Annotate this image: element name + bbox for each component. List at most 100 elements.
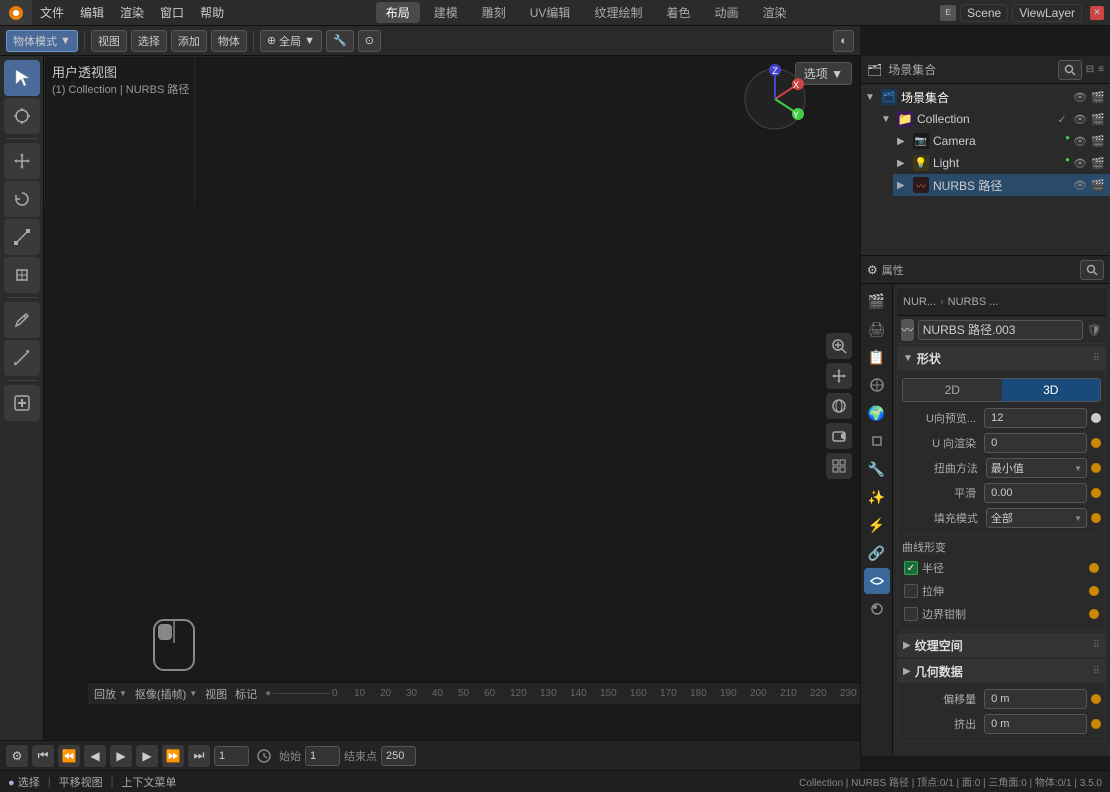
tab-layout[interactable]: 布局 (376, 2, 420, 23)
select-tool-btn[interactable] (4, 60, 40, 96)
outliner-item-light[interactable]: ▶ 💡 Light ● 👁 🎬 (893, 152, 1110, 174)
shape-section-grip[interactable]: ⠿ (1093, 353, 1100, 364)
menu-window[interactable]: 窗口 (152, 0, 192, 25)
particles-props-btn[interactable]: ✨ (864, 484, 890, 510)
pan-btn[interactable] (826, 363, 852, 389)
viewlayer-selector[interactable]: ViewLayer (1012, 4, 1082, 22)
orbit-btn[interactable] (826, 393, 852, 419)
mode-selector[interactable]: 物体模式 ▼ (6, 30, 78, 52)
tab-texture-paint[interactable]: 纹理绘制 (584, 2, 652, 23)
cursor-tool-btn[interactable] (4, 98, 40, 134)
move-tool-btn[interactable] (4, 143, 40, 179)
geometry-section-header[interactable]: ▶ 几何数据 ⠿ (897, 659, 1106, 683)
physics-props-btn[interactable]: ⚡ (864, 512, 890, 538)
step-fwd-btn[interactable]: ⏩ (162, 745, 184, 767)
scene-props-btn[interactable] (864, 372, 890, 398)
extrude-value[interactable]: 0 m (984, 714, 1087, 734)
collection-vis-icon[interactable]: 👁 (1072, 111, 1088, 127)
tab-uv[interactable]: UV编辑 (520, 2, 581, 23)
outliner-search-btn[interactable] (1058, 60, 1082, 80)
render-vis-icon[interactable]: 🎬 (1090, 89, 1106, 105)
transform-tool-btn[interactable] (4, 257, 40, 293)
constraints-props-btn[interactable]: 🔗 (864, 540, 890, 566)
nurbs-vis-icon[interactable]: 👁 (1072, 177, 1088, 193)
viewport[interactable]: 用户透视图 (1) Collection | NURBS 路径 选项 ▼ X Y (44, 56, 860, 756)
clamp-checkbox[interactable] (904, 607, 918, 621)
tab-shading[interactable]: 着色 (656, 2, 700, 23)
camera-render-icon[interactable]: 🎬 (1090, 133, 1106, 149)
zoom-in-btn[interactable] (826, 333, 852, 359)
viewport-shading-btns[interactable]: ◐ (833, 30, 854, 52)
collection-check-icon[interactable]: ✓ (1054, 111, 1070, 127)
add-menu[interactable]: 添加 (171, 30, 207, 52)
2d-btn[interactable]: 2D (903, 379, 1002, 401)
fill-select[interactable]: 全部 ▼ (986, 508, 1087, 528)
output-props-btn[interactable]: 🖨 (864, 316, 890, 342)
offset-value[interactable]: 0 m (984, 689, 1087, 709)
collection-render-icon[interactable]: 🎬 (1090, 111, 1106, 127)
menu-file[interactable]: 文件 (32, 0, 72, 25)
prev-frame-btn[interactable]: ◀ (84, 745, 106, 767)
visibility-icon[interactable]: 👁 (1072, 89, 1088, 105)
blender-logo[interactable] (0, 0, 32, 25)
axis-indicator[interactable]: X Y Z (740, 64, 810, 134)
marker-btn[interactable]: 标记 (235, 686, 257, 702)
keying-btn[interactable]: 抠像(插帧) ▼ (135, 686, 197, 702)
next-frame-btn[interactable]: ▶ (136, 745, 158, 767)
modifier-props-btn[interactable]: 🔧 (864, 456, 890, 482)
camera-view-btn[interactable] (826, 423, 852, 449)
data-props-btn[interactable] (864, 568, 890, 594)
smooth-value[interactable]: 0.00 (984, 483, 1087, 503)
outliner-item-collection[interactable]: ▼ 📁 Collection ✓ 👁 🎬 (877, 108, 1110, 130)
render-props-btn[interactable]: 🎬 (864, 288, 890, 314)
twist-select[interactable]: 最小值 ▼ (986, 458, 1087, 478)
world-props-btn[interactable]: 🌍 (864, 400, 890, 426)
step-back-btn[interactable]: ⏪ (58, 745, 80, 767)
snap-btn[interactable]: 🔧 (326, 30, 354, 52)
rotate-tool-btn[interactable] (4, 181, 40, 217)
radius-checkbox[interactable]: ✓ (904, 561, 918, 575)
outliner-item-camera[interactable]: ▶ 📷 Camera ● 👁 🎬 (893, 130, 1110, 152)
playback-btn[interactable]: 回放 ▼ (94, 686, 127, 702)
tab-animation[interactable]: 动画 (704, 2, 748, 23)
end-frame-field[interactable]: 250 (381, 746, 416, 766)
tab-sculpting[interactable]: 雕刻 (472, 2, 516, 23)
object-menu[interactable]: 物体 (211, 30, 247, 52)
render-engine-icon[interactable]: E (940, 5, 956, 21)
status-select[interactable]: ● 选择 (8, 774, 40, 790)
timeline-settings-btn[interactable]: ⚙ (6, 745, 28, 767)
scale-tool-btn[interactable] (4, 219, 40, 255)
shape-section-header[interactable]: ▼ 形状 ⠿ (897, 346, 1106, 370)
object-props-btn[interactable] (864, 428, 890, 454)
menu-edit[interactable]: 编辑 (72, 0, 112, 25)
start-frame-field[interactable]: 1 (305, 746, 340, 766)
u-preview-value[interactable]: 12 (984, 408, 1087, 428)
material-props-btn[interactable] (864, 596, 890, 622)
select-menu[interactable]: 选择 (131, 30, 167, 52)
light-vis-icon[interactable]: 👁 (1072, 155, 1088, 171)
grid-btn[interactable] (826, 453, 852, 479)
transform-global[interactable]: ⊕ 全局 ▼ (260, 30, 322, 52)
nurbs-render-icon[interactable]: 🎬 (1090, 177, 1106, 193)
outliner-sort-btn[interactable]: ≡ (1098, 64, 1104, 75)
outliner-item-scene-collection[interactable]: ▼ 🗂 场景集合 👁 🎬 (861, 86, 1110, 108)
tab-rendering[interactable]: 渲染 (752, 2, 796, 23)
current-frame-field[interactable]: 1 (214, 746, 249, 766)
menu-help[interactable]: 帮助 (192, 0, 232, 25)
scene-selector[interactable]: Scene (960, 4, 1008, 22)
play-btn[interactable]: ▶ (110, 745, 132, 767)
shield-icon[interactable]: 🛡 (1087, 320, 1102, 340)
jump-start-btn[interactable]: ⏮ (32, 745, 54, 767)
viewlayer-props-btn[interactable]: 📋 (864, 344, 890, 370)
light-render-icon[interactable]: 🎬 (1090, 155, 1106, 171)
close-button[interactable]: ✕ (1090, 6, 1104, 20)
props-search-btn[interactable] (1080, 260, 1104, 280)
camera-vis-icon[interactable]: 👁 (1072, 133, 1088, 149)
menu-render[interactable]: 渲染 (112, 0, 152, 25)
add-object-btn[interactable] (4, 385, 40, 421)
stretch-checkbox[interactable] (904, 584, 918, 598)
view-btn[interactable]: 视图 (205, 686, 227, 702)
jump-end-btn[interactable]: ⏭ (188, 745, 210, 767)
geometry-section-grip[interactable]: ⠿ (1093, 666, 1100, 677)
u-render-value[interactable]: 0 (984, 433, 1087, 453)
